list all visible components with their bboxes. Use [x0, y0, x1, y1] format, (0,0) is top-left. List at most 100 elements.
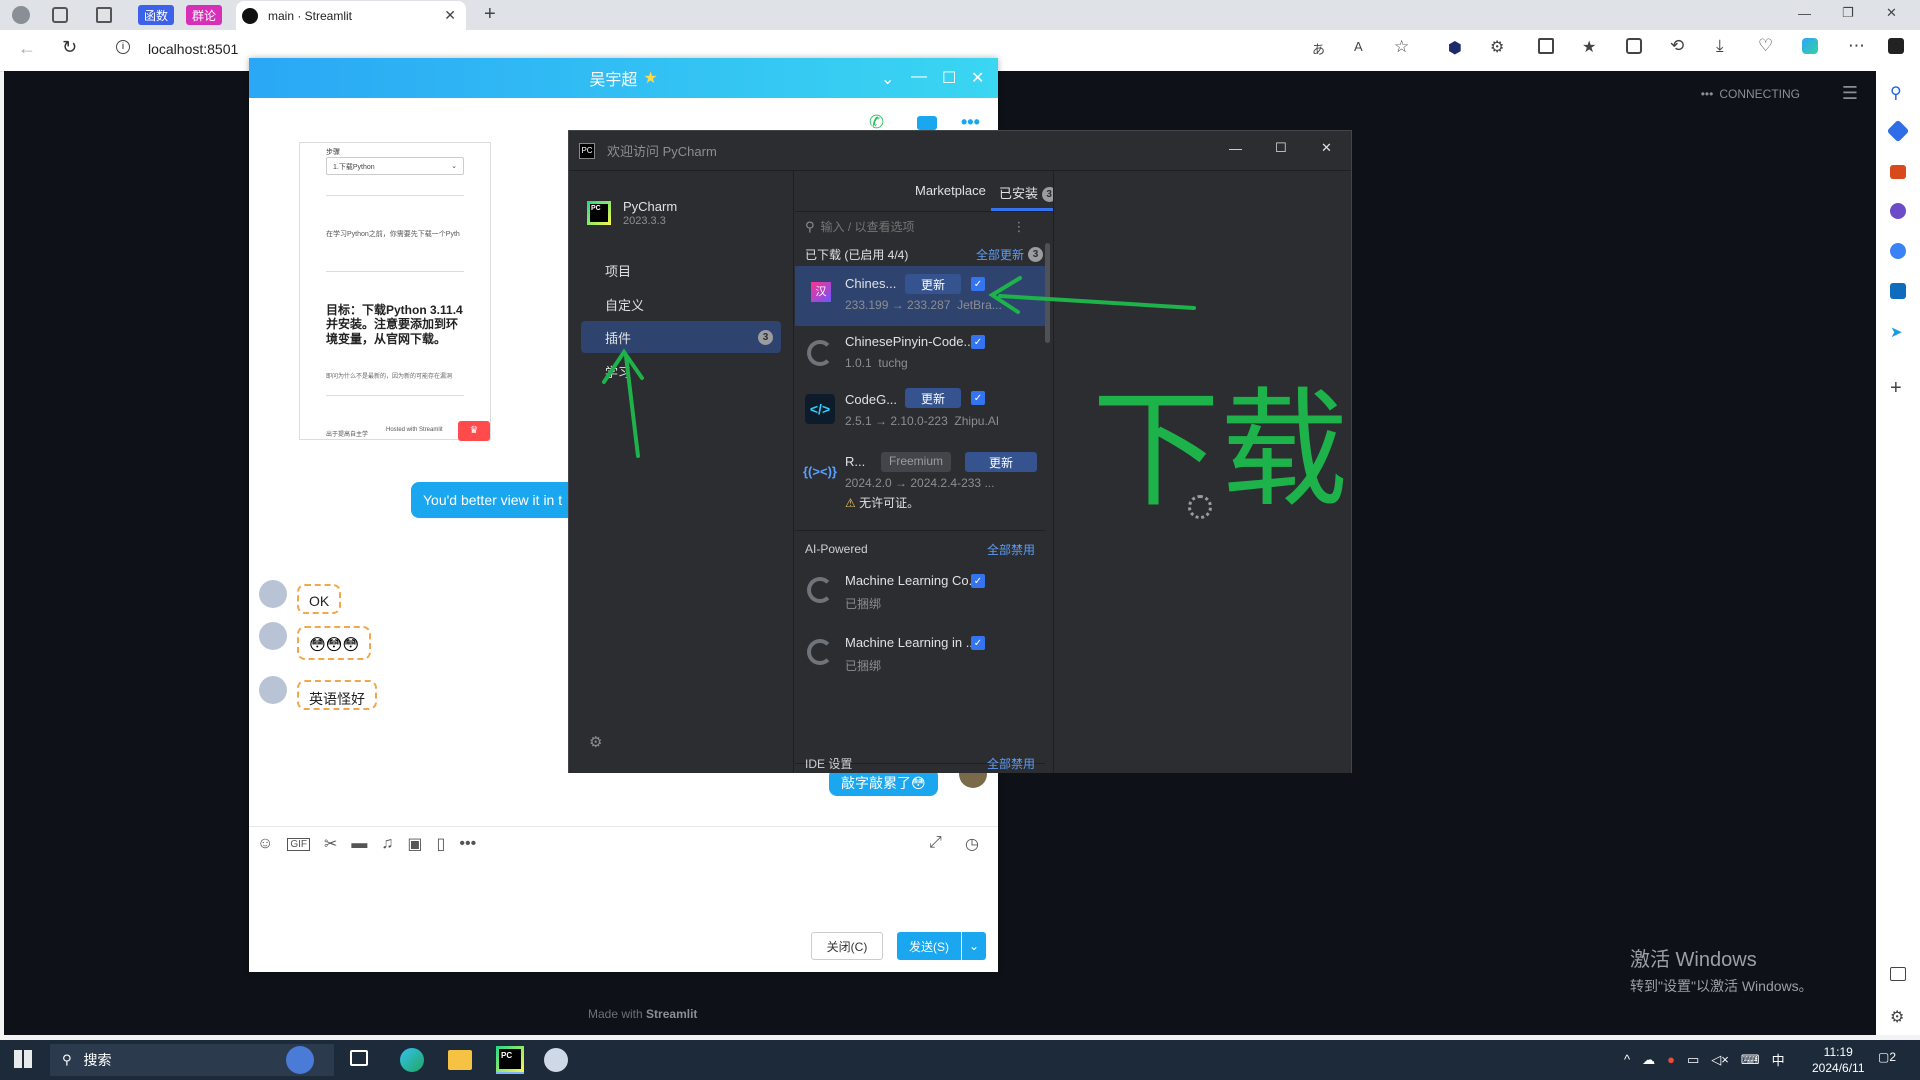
tab-installed[interactable]: 已安装 3 [999, 183, 1057, 203]
send-button[interactable]: 发送(S) [897, 932, 961, 960]
sidebar-games-icon[interactable] [1890, 203, 1906, 219]
enable-checkbox[interactable]: ✓ [971, 574, 985, 588]
performance-icon[interactable]: ♡ [1758, 36, 1773, 56]
nav-plugins[interactable]: 插件 3 [581, 321, 781, 353]
extension-hex-icon[interactable]: ⬢ [1448, 38, 1462, 58]
qq-maximize-icon[interactable]: ☐ [942, 68, 956, 88]
chat-bubble[interactable]: 英语怪好 [297, 680, 377, 710]
message-input[interactable] [259, 866, 987, 936]
search-input[interactable] [820, 220, 1011, 234]
update-button[interactable]: 更新 [905, 274, 961, 294]
ide-disable-all-link[interactable]: 全部禁用 [987, 755, 1035, 772]
avatar[interactable] [259, 580, 287, 608]
nav-projects[interactable]: 项目 [605, 261, 631, 280]
notification-icon[interactable]: ▢ 2 [1878, 1050, 1896, 1064]
screen-icon[interactable]: ▯ [437, 834, 446, 854]
plugin-item[interactable]: {(><)} R... Freemium 更新 2024.2.0 → 2024.… [795, 442, 1045, 522]
explorer-taskbar-icon[interactable] [448, 1050, 472, 1070]
plugin-item[interactable]: ChinesePinyin-Code... ✓ 1.0.1 tuchg [795, 326, 1045, 382]
plugin-item[interactable]: Machine Learning in ... ✓ 已捆绑 [795, 625, 1045, 681]
more-menu-icon[interactable]: ⋯ [1848, 36, 1865, 56]
qq-dropdown-icon[interactable]: ⌄ [881, 69, 894, 89]
enable-checkbox[interactable]: ✓ [971, 335, 985, 349]
more-tools-icon[interactable]: ••• [459, 835, 476, 853]
plugin-item[interactable]: </> CodeG... 更新 ✓ 2.5.1 → 2.10.0-223 Zhi… [795, 382, 1045, 442]
nav-learn[interactable]: 学习 [605, 362, 631, 381]
plugin-item[interactable]: Machine Learning Co... ✓ 已捆绑 [795, 563, 1045, 619]
ext-tab-functions[interactable]: 函数 [138, 5, 174, 25]
sidebar-toggle-icon[interactable] [1888, 38, 1904, 54]
collections-icon[interactable] [1626, 38, 1642, 54]
history-icon[interactable]: ⟲ [1670, 36, 1684, 56]
profile-icon[interactable] [12, 6, 30, 24]
sidebar-add-icon[interactable]: + [1890, 377, 1902, 400]
tray-chevron-icon[interactable]: ^ [1624, 1052, 1630, 1067]
disable-all-link[interactable]: 全部禁用 [987, 541, 1035, 558]
ext-tab-group-theory[interactable]: 群论 [186, 5, 222, 25]
close-tab-icon[interactable]: ✕ [444, 7, 456, 24]
new-tab-icon[interactable]: + [484, 3, 496, 26]
pc-maximize-icon[interactable]: ☐ [1275, 140, 1287, 156]
sidebar-send-icon[interactable]: ➤ [1890, 323, 1903, 341]
restore-window-icon[interactable]: ❐ [1842, 5, 1854, 21]
image-icon[interactable]: ▣ [407, 834, 422, 854]
tab-actions-icon[interactable] [96, 7, 112, 23]
tab-streamlit[interactable]: main · Streamlit ✕ [236, 1, 466, 30]
clock[interactable]: 11:19 2024/6/11 [1812, 1044, 1865, 1076]
copilot-icon[interactable] [1802, 38, 1818, 54]
chat-bubble-link[interactable]: You'd better view it in t [411, 482, 571, 518]
sidebar-outlook-icon[interactable] [1890, 283, 1906, 299]
edge-taskbar-icon[interactable] [400, 1048, 424, 1072]
keyboard-icon[interactable]: ⌨ [1741, 1052, 1760, 1068]
streamlit-menu-icon[interactable]: ☰ [1842, 83, 1858, 104]
taskbar-search[interactable]: ⚲ 搜索 [50, 1044, 334, 1076]
search-options-icon[interactable]: ⋮ [1013, 219, 1026, 235]
tab-marketplace[interactable]: Marketplace [915, 183, 986, 198]
downloads-icon[interactable]: ⤓ [1716, 36, 1724, 56]
sidebar-screenshot-icon[interactable] [1890, 967, 1906, 981]
update-all-link[interactable]: 全部更新 [976, 246, 1024, 263]
emoji-icon[interactable]: ☺ [257, 835, 273, 853]
gif-icon[interactable]: GIF [287, 837, 311, 851]
site-info-icon[interactable]: i [116, 40, 130, 54]
plugin-item[interactable]: 汉 Chines... 更新 ✓ 233.199 → 233.287 JetBr… [795, 266, 1045, 326]
task-view-icon[interactable] [350, 1050, 368, 1066]
favorites-icon[interactable]: ★ [1582, 37, 1596, 57]
network-icon[interactable]: ▭ [1687, 1052, 1699, 1068]
history-clock-icon[interactable]: ◷ [965, 834, 979, 854]
extensions-icon[interactable]: ⚙ [1490, 37, 1504, 57]
workspaces-icon[interactable] [52, 7, 68, 23]
read-aloud-icon[interactable]: A [1354, 39, 1363, 54]
folder-icon[interactable]: ▬ [351, 835, 367, 853]
refresh-icon[interactable]: ↻ [62, 37, 77, 58]
nav-customize[interactable]: 自定义 [605, 295, 644, 314]
onedrive-icon[interactable]: ☁ [1642, 1052, 1655, 1068]
qq-minimize-icon[interactable]: — [911, 68, 927, 86]
ime-indicator[interactable]: 中 [1772, 1050, 1785, 1069]
expand-icon[interactable]: ⤢ [929, 834, 942, 852]
send-options-icon[interactable]: ⌄ [962, 932, 986, 960]
chat-bubble[interactable]: 😳😳😳 [297, 626, 372, 660]
streamlit-preview-card[interactable]: 步骤 1.下载Python ⌄ 在学习Python之前，你需要先下载一个Pyth … [299, 142, 491, 441]
translate-icon[interactable]: あ [1312, 39, 1325, 58]
plugin-search[interactable]: ⚲ ⋮ [795, 212, 1053, 242]
favorite-star-icon[interactable]: ☆ [1394, 37, 1409, 57]
start-icon[interactable] [14, 1050, 32, 1068]
pc-minimize-icon[interactable]: — [1229, 141, 1242, 156]
music-icon[interactable]: ♫ [381, 835, 393, 853]
update-button[interactable]: 更新 [905, 388, 961, 408]
enable-checkbox[interactable]: ✓ [971, 391, 985, 405]
avatar[interactable] [259, 676, 287, 704]
pc-close-icon[interactable]: ✕ [1321, 140, 1332, 156]
volume-muted-icon[interactable]: ◁× [1711, 1052, 1729, 1068]
close-window-icon[interactable]: ✕ [1886, 5, 1897, 21]
video-call-icon[interactable] [917, 116, 937, 130]
scissors-icon[interactable]: ✂ [324, 834, 337, 854]
sidebar-tag-icon[interactable] [1886, 119, 1910, 143]
update-button[interactable]: 更新 [965, 452, 1037, 472]
sidebar-search-icon[interactable]: ⚲ [1890, 83, 1902, 103]
enable-checkbox[interactable]: ✓ [971, 636, 985, 650]
split-screen-icon[interactable] [1538, 38, 1554, 54]
avatar[interactable] [259, 622, 287, 650]
chat-bubble[interactable]: OK [297, 584, 342, 614]
